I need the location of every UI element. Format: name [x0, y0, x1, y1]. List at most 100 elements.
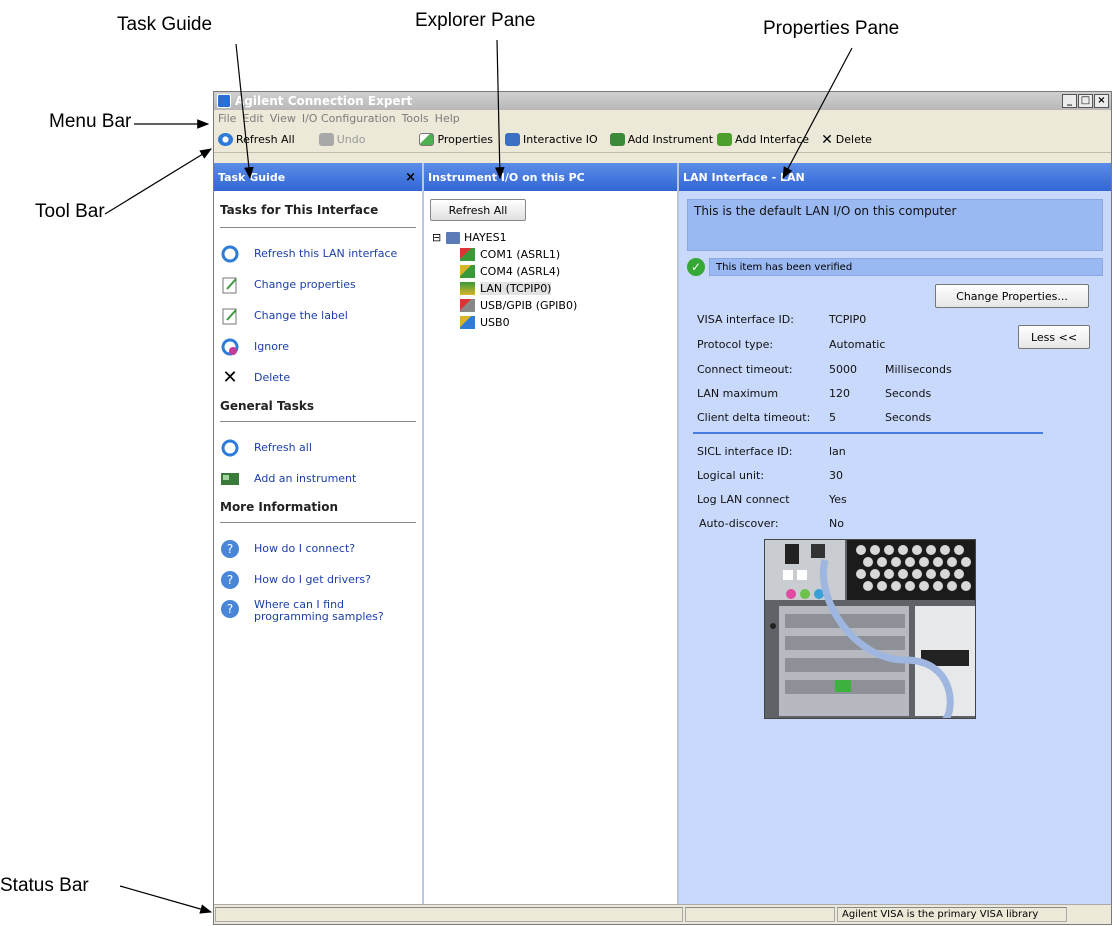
label-icon	[220, 306, 240, 326]
prop-row: Connect timeout: 5000 Milliseconds	[697, 363, 952, 376]
lan-icon	[460, 282, 475, 295]
menu-io-configuration[interactable]: I/O Configuration	[302, 112, 402, 125]
menu-tools[interactable]: Tools	[402, 112, 435, 125]
properties-button[interactable]: Properties	[419, 133, 493, 146]
collapse-toggle-icon[interactable]: ⊟	[432, 231, 444, 244]
task-label: Refresh this LAN interface	[254, 247, 398, 260]
prop-key: VISA interface ID:	[697, 313, 794, 326]
explorer-title: Instrument I/O on this PC	[428, 170, 585, 184]
refresh-icon	[218, 133, 233, 146]
add-interface-button[interactable]: Add Interface	[717, 133, 809, 146]
prop-value: 120	[829, 387, 850, 400]
interactive-io-button[interactable]: Interactive IO	[505, 133, 598, 146]
properties-title: LAN Interface - LAN	[683, 170, 805, 184]
tree-item-lan[interactable]: LAN (TCPIP0)	[432, 280, 677, 297]
lan-port-photo	[764, 539, 976, 719]
section-heading: Tasks for This Interface	[220, 203, 379, 217]
properties-label: Properties	[437, 133, 494, 146]
tree-root[interactable]: ⊟ HAYES1	[432, 229, 677, 246]
prop-key: Auto-discover:	[699, 517, 779, 530]
interactive-io-label: Interactive IO	[523, 133, 598, 146]
status-bar: Agilent VISA is the primary VISA library	[214, 904, 1111, 924]
svg-text:?: ?	[227, 573, 233, 587]
title-bar: Agilent Connection Expert _ □ ×	[214, 92, 1111, 110]
prop-row: Auto-discover: No	[699, 517, 885, 530]
prop-row: Protocol type: Automatic	[697, 338, 885, 351]
properties-icon	[419, 133, 435, 146]
maximize-button[interactable]: □	[1078, 94, 1093, 108]
tree-item-label: COM4 (ASRL4)	[480, 265, 561, 278]
prop-key: Logical unit:	[697, 469, 765, 482]
add-instrument-button[interactable]: Add Instrument	[609, 133, 713, 146]
refresh-all-button[interactable]: Refresh All	[218, 133, 295, 146]
status-segment-2	[685, 907, 835, 922]
menu-view[interactable]: View	[270, 112, 302, 125]
task-refresh-lan[interactable]: Refresh this LAN interface	[214, 238, 422, 269]
section-heading: General Tasks	[220, 399, 314, 413]
callout-properties-pane: Properties Pane	[763, 18, 900, 39]
tree-item-label: USB0	[480, 316, 510, 329]
explorer-refresh-all-button[interactable]: Refresh All	[430, 199, 526, 221]
instrument-tree: ⊟ HAYES1 COM1 (ASRL1) COM4 (ASRL4) LAN (…	[424, 221, 677, 331]
computer-icon	[446, 231, 460, 244]
help-icon: ?	[220, 599, 240, 619]
explorer-pane: Instrument I/O on this PC Refresh All ⊟ …	[424, 163, 679, 904]
tree-item-label: LAN (TCPIP0)	[480, 282, 552, 295]
tree-item-usb0[interactable]: USB0	[432, 314, 677, 331]
callout-task-guide: Task Guide	[117, 14, 213, 35]
less-button[interactable]: Less <<	[1018, 325, 1090, 349]
task-add-instrument[interactable]: Add an instrument	[214, 463, 422, 494]
check-icon: ✓	[687, 258, 705, 276]
menu-edit[interactable]: Edit	[242, 112, 269, 125]
tree-item-usb-gpib[interactable]: USB/GPIB (GPIB0)	[432, 297, 677, 314]
svg-text:?: ?	[227, 542, 233, 556]
prop-unit: Seconds	[885, 411, 932, 424]
section-heading: More Information	[220, 500, 339, 514]
help-icon: ?	[220, 539, 240, 559]
serial-ok-icon	[460, 265, 475, 278]
status-message: Agilent VISA is the primary VISA library	[837, 907, 1067, 922]
task-change-label[interactable]: Change the label	[214, 300, 422, 331]
info-drivers[interactable]: ? How do I get drivers?	[214, 564, 422, 595]
add-instrument-icon	[609, 133, 625, 146]
serial-error-icon	[460, 248, 475, 261]
task-change-properties[interactable]: Change properties	[214, 269, 422, 300]
window-title: Agilent Connection Expert	[235, 94, 413, 108]
task-guide-close-icon[interactable]: ×	[405, 170, 416, 185]
task-refresh-all[interactable]: Refresh all	[214, 432, 422, 463]
tree-item-com1[interactable]: COM1 (ASRL1)	[432, 246, 677, 263]
app-icon	[217, 94, 231, 108]
minimize-button[interactable]: _	[1062, 94, 1077, 108]
prop-row: Client delta timeout: 5 Seconds	[697, 411, 931, 424]
task-delete[interactable]: ✕ Delete	[214, 362, 422, 393]
undo-button[interactable]: Undo	[318, 133, 365, 146]
menu-help[interactable]: Help	[435, 112, 466, 125]
prop-key: Connect timeout:	[697, 363, 793, 376]
tree-item-com4[interactable]: COM4 (ASRL4)	[432, 263, 677, 280]
properties-header: LAN Interface - LAN	[679, 163, 1111, 191]
interface-description: This is the default LAN I/O on this comp…	[687, 199, 1103, 251]
delete-button[interactable]: ✕ Delete	[821, 132, 872, 148]
add-interface-label: Add Interface	[735, 133, 810, 146]
task-ignore[interactable]: Ignore	[214, 331, 422, 362]
prop-row: Logical unit: 30	[697, 469, 885, 482]
divider	[220, 522, 416, 523]
delete-icon: ✕	[222, 367, 238, 388]
explorer-header: Instrument I/O on this PC	[424, 163, 677, 191]
tree-root-label: HAYES1	[464, 231, 507, 244]
app-window: Agilent Connection Expert _ □ × File Edi…	[213, 91, 1112, 925]
info-label: Where can I find programming samples?	[254, 598, 384, 623]
prop-row: VISA interface ID: TCPIP0	[697, 313, 885, 326]
prop-row: LAN maximum 120 Seconds	[697, 387, 931, 400]
info-samples[interactable]: ? Where can I find programming samples?	[214, 595, 422, 635]
change-properties-button[interactable]: Change Properties...	[935, 284, 1089, 308]
undo-icon	[318, 133, 334, 146]
task-guide-title: Task Guide	[218, 170, 286, 184]
close-button[interactable]: ×	[1094, 94, 1109, 108]
divider	[220, 227, 416, 228]
divider	[693, 432, 1043, 434]
menu-file[interactable]: File	[218, 112, 242, 125]
prop-key: Client delta timeout:	[697, 411, 811, 424]
properties-icon	[220, 275, 240, 295]
info-connect[interactable]: ? How do I connect?	[214, 533, 422, 564]
